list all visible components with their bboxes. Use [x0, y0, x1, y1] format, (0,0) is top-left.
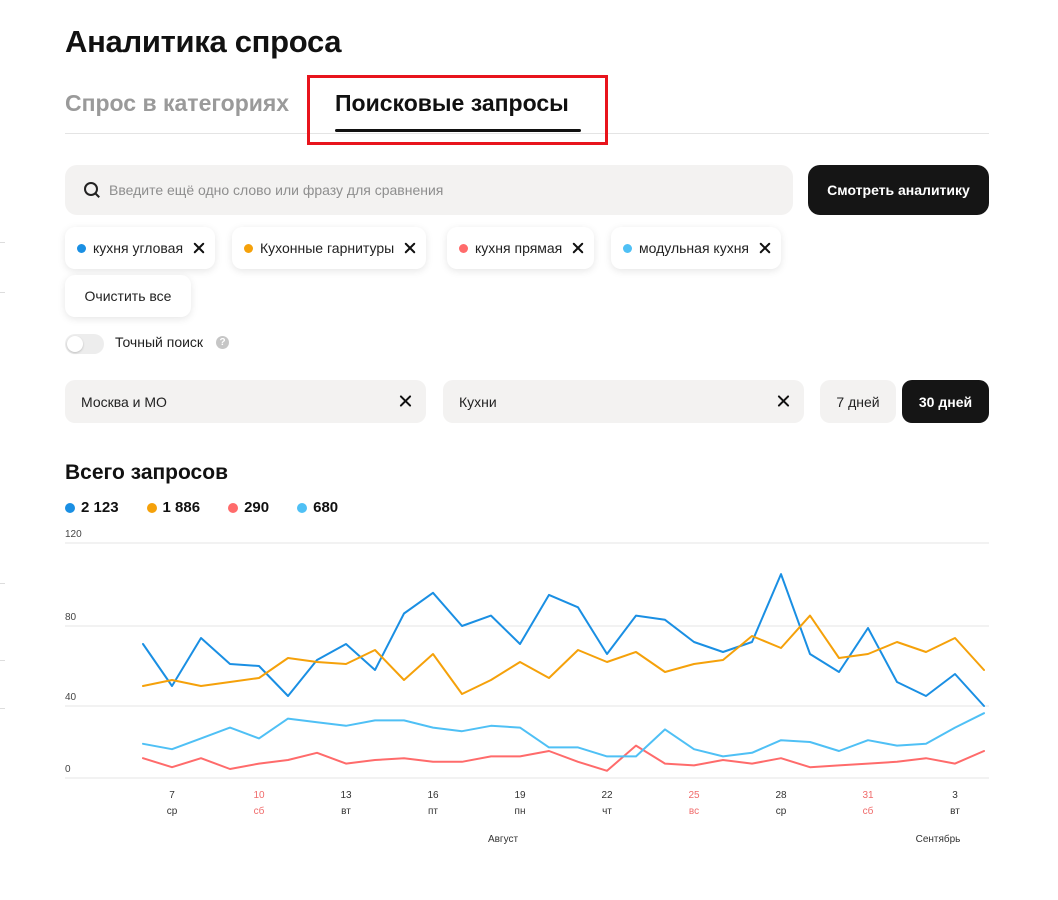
legend-total: 1 886	[162, 499, 201, 516]
region-select[interactable]: Москва и МО	[65, 380, 426, 423]
edge-tick	[0, 660, 5, 661]
remove-chip-icon[interactable]	[759, 242, 771, 254]
search-queries-line-chart: 120 80 40 0 7 ср 10 сб 13 вт 16 пт 19 пн 22 чт 25 вс 28 ср 3…	[65, 530, 989, 845]
x-tick-weekday: вс	[689, 806, 699, 817]
clear-all-button[interactable]: Очистить все	[65, 275, 191, 317]
series-line	[142, 744, 985, 772]
category-select[interactable]: Кухни	[443, 380, 804, 423]
x-tick-day: 19	[514, 790, 526, 801]
exact-search-toggle[interactable]	[65, 334, 104, 354]
legend-total: 680	[313, 499, 339, 516]
legend-dot	[297, 502, 308, 513]
y-tick-label: 0	[65, 764, 71, 775]
x-tick-day: 16	[427, 790, 439, 801]
x-tick-day: 3	[952, 790, 958, 801]
series-color-dot	[623, 243, 632, 253]
search-icon	[83, 181, 101, 199]
x-tick-weekday: пн	[515, 806, 526, 817]
x-tick-weekday: вт	[341, 806, 351, 817]
month-label: Сентябрь	[916, 833, 961, 845]
y-tick-label: 80	[65, 612, 77, 623]
exact-search-label: Точный поиск	[115, 334, 204, 350]
query-chip: кухня прямая	[447, 227, 595, 269]
toggle-knob	[67, 336, 83, 352]
series-line	[142, 712, 985, 758]
legend-item[interactable]: 290	[228, 499, 269, 516]
search-box	[65, 165, 793, 215]
x-tick-weekday: сб	[863, 805, 874, 817]
remove-chip-icon[interactable]	[193, 242, 205, 254]
remove-chip-icon[interactable]	[572, 242, 584, 254]
legend-total: 2 123	[81, 499, 119, 516]
x-tick-weekday: пт	[428, 806, 438, 817]
month-label: Август	[488, 834, 519, 845]
edge-tick	[0, 583, 5, 584]
edge-tick	[0, 708, 5, 709]
search-input[interactable]	[109, 182, 769, 198]
query-chip-label: модульная кухня	[639, 240, 750, 256]
remove-chip-icon[interactable]	[404, 242, 416, 254]
query-chip: Кухонные гарнитуры	[232, 227, 427, 269]
y-tick-label: 120	[65, 530, 82, 540]
tab-bar: Спрос в категориях Поисковые запросы	[65, 82, 989, 134]
legend-dot	[228, 502, 239, 513]
query-chip: модульная кухня	[611, 227, 782, 269]
legend-dot	[65, 502, 75, 513]
query-chip-label: Кухонные гарнитуры	[260, 240, 395, 256]
legend-item[interactable]: 1 886	[146, 499, 201, 516]
x-tick-weekday: сб	[254, 805, 265, 817]
series-color-dot	[77, 243, 86, 253]
legend-total: 290	[244, 499, 270, 516]
tab-category-demand[interactable]: Спрос в категориях	[65, 90, 289, 117]
query-chip-label: кухня прямая	[475, 240, 563, 256]
query-chip-label: кухня угловая	[93, 240, 184, 256]
x-tick-day: 28	[775, 790, 787, 801]
page-title: Аналитика спроса	[65, 24, 342, 59]
region-select-value: Москва и МО	[81, 393, 167, 410]
x-tick-day: 13	[340, 790, 352, 801]
active-tab-underline	[335, 129, 581, 132]
chart-title: Всего запросов	[65, 461, 228, 484]
legend-item[interactable]: 680	[297, 499, 338, 516]
view-analytics-button[interactable]: Смотреть аналитику	[808, 165, 989, 215]
x-tick-weekday: вт	[950, 806, 960, 817]
query-chip: кухня угловая	[65, 227, 216, 269]
edge-tick	[0, 242, 5, 243]
tab-search-queries[interactable]: Поисковые запросы	[335, 90, 569, 117]
series-line	[142, 614, 985, 695]
x-tick-weekday: ср	[167, 806, 178, 817]
period-30-days-button[interactable]: 30 дней	[902, 380, 989, 423]
series-line	[142, 573, 985, 707]
x-tick-day: 7	[169, 790, 175, 801]
legend-item[interactable]: 2 123	[65, 499, 119, 516]
x-tick-day: 22	[601, 790, 613, 801]
chart-legend: 2 123 1 886 290 680	[65, 499, 366, 516]
x-tick-weekday: чт	[602, 806, 612, 817]
category-select-value: Кухни	[459, 393, 497, 410]
help-icon[interactable]: ?	[216, 336, 229, 349]
series-color-dot	[244, 243, 253, 253]
clear-region-icon[interactable]	[399, 395, 412, 408]
clear-category-icon[interactable]	[777, 395, 790, 408]
x-tick-day: 25	[688, 790, 700, 801]
series-color-dot	[459, 243, 468, 253]
x-tick-weekday: ср	[776, 806, 787, 817]
x-tick-day: 31	[862, 790, 874, 801]
edge-tick	[0, 292, 5, 293]
y-tick-label: 40	[65, 692, 77, 703]
legend-dot	[146, 502, 157, 513]
x-tick-day: 10	[253, 790, 265, 801]
period-7-days-button[interactable]: 7 дней	[820, 380, 896, 423]
